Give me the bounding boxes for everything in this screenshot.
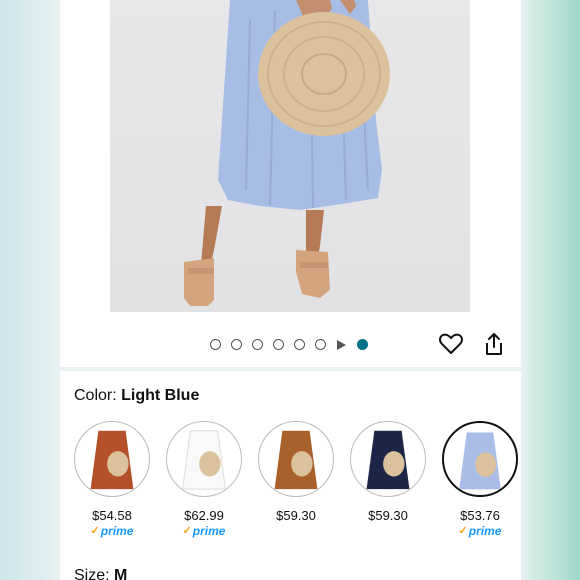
color-swatch-white[interactable]: $62.99 ✓ prime (158, 421, 250, 538)
selected-size-value: M (114, 567, 128, 580)
navy-dress-thumbnail (366, 430, 410, 490)
wishlist-button[interactable] (437, 330, 465, 358)
carousel-dot[interactable] (272, 339, 284, 350)
swatch-image[interactable] (74, 421, 150, 497)
share-icon (486, 333, 502, 355)
product-photo[interactable] (110, 0, 470, 312)
color-swatch-navy[interactable]: $59.30 (342, 421, 434, 538)
carousel-dot[interactable] (314, 339, 326, 350)
size-label: Size: M (74, 567, 127, 580)
swatch-image[interactable] (258, 421, 334, 497)
carousel-dot[interactable] (230, 339, 242, 350)
carousel-dot[interactable] (293, 339, 305, 350)
product-image-card (60, 0, 521, 367)
prime-badge: ✓ prime (90, 523, 134, 538)
selected-color-value: Light Blue (121, 387, 200, 404)
size-label-prefix: Size: (74, 567, 115, 580)
swatch-price: $62.99 (184, 508, 224, 523)
swatch-price: $59.30 (368, 508, 408, 523)
swatch-image-selected[interactable] (442, 421, 518, 497)
color-swatch-brown[interactable]: $59.30 (250, 421, 342, 538)
share-button[interactable] (480, 330, 508, 358)
color-swatch-light-blue[interactable]: $53.76 ✓ prime (434, 421, 526, 538)
rust-dress-thumbnail (90, 430, 134, 490)
dress-photo-illustration (184, 0, 390, 306)
light-blue-dress-thumbnail (459, 432, 501, 490)
carousel-dot[interactable] (251, 339, 263, 350)
swatch-price: $54.58 (92, 508, 132, 523)
color-swatch-list: $54.58 ✓ prime $62.99 ✓ prime $59.30 $59… (66, 421, 526, 538)
color-selector-card: Color: Light Blue $54.58 ✓ prime $62.99 ✓… (60, 371, 521, 580)
color-label: Color: Light Blue (74, 387, 199, 405)
video-play-icon[interactable] (336, 339, 347, 350)
heart-icon (439, 333, 463, 354)
brown-dress-thumbnail (274, 430, 318, 490)
swatch-image[interactable] (166, 421, 242, 497)
carousel-dot[interactable] (209, 339, 221, 350)
carousel-dot-active[interactable] (356, 339, 368, 350)
prime-badge: ✓ prime (182, 523, 226, 538)
swatch-price: $59.30 (276, 508, 316, 523)
white-dress-thumbnail (182, 430, 226, 490)
color-swatch-rust[interactable]: $54.58 ✓ prime (66, 421, 158, 538)
swatch-price: $53.76 (460, 508, 500, 523)
color-label-prefix: Color: (74, 387, 122, 404)
swatch-image[interactable] (350, 421, 426, 497)
prime-badge: ✓ prime (458, 523, 502, 538)
